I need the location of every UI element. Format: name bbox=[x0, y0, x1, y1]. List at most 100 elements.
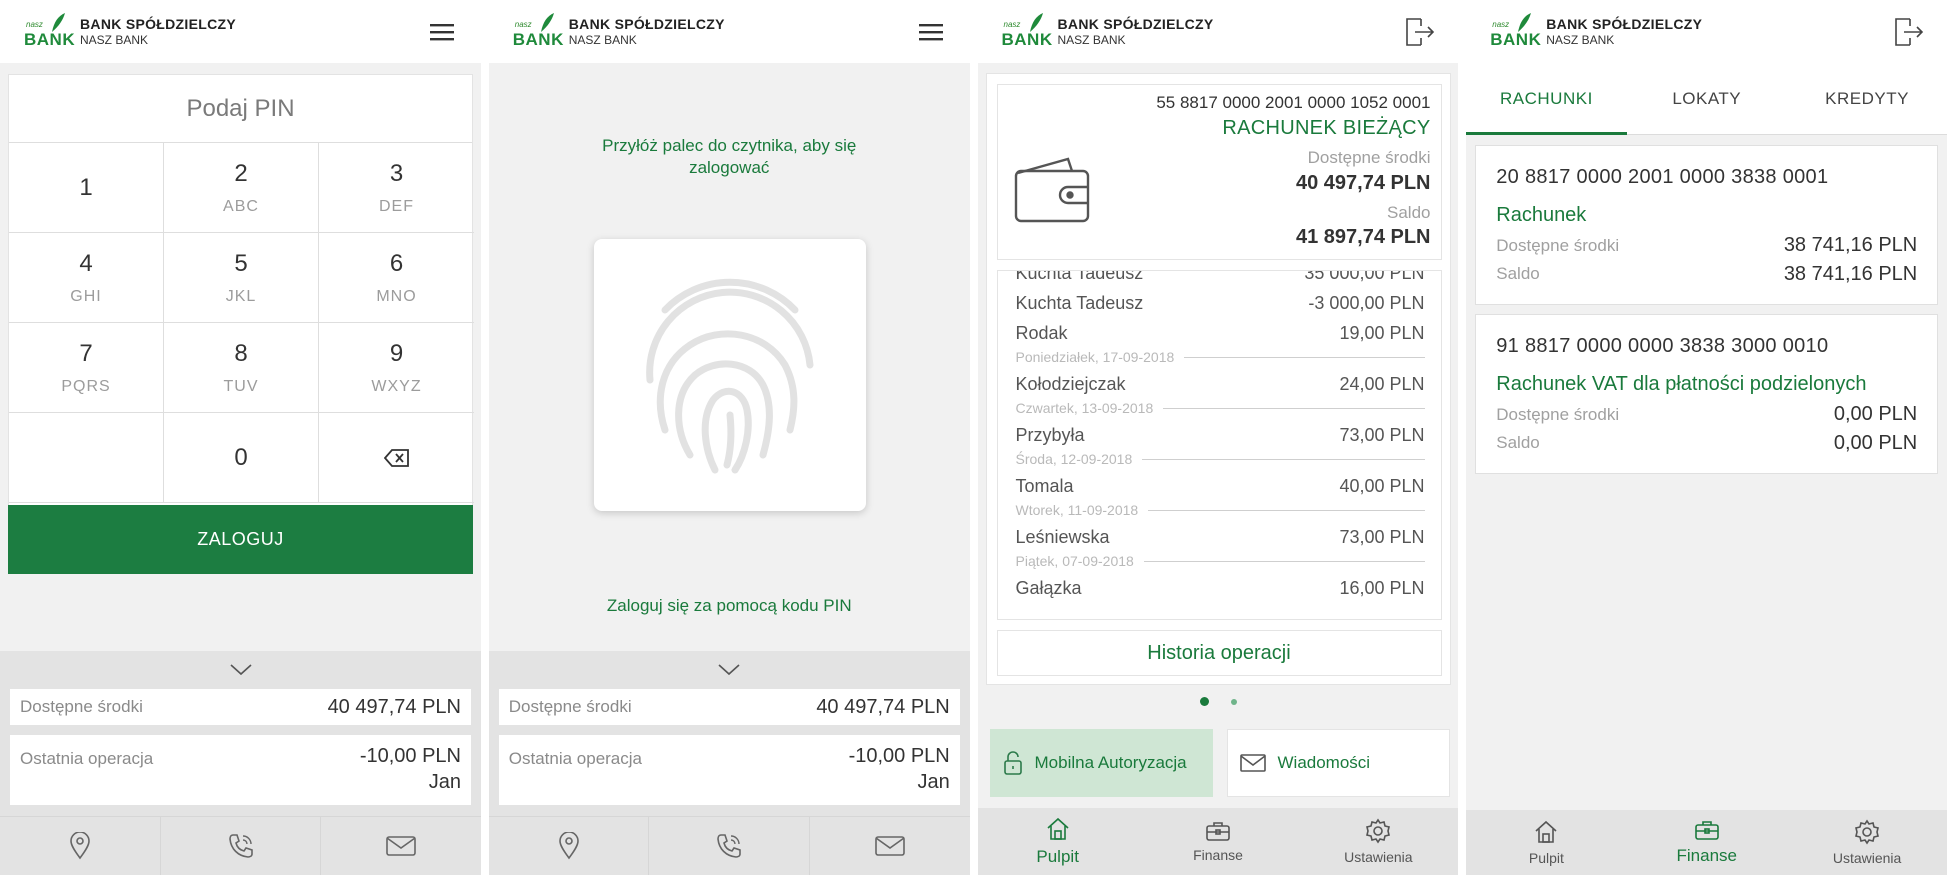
operation-item[interactable]: Gałązka 16,00 PLN bbox=[998, 572, 1441, 602]
fingerprint-hint: Przyłóż palec do czytnika, aby się zalog… bbox=[602, 136, 857, 177]
menu-button[interactable] bbox=[425, 16, 459, 48]
balance-value: 38 741,16 PLN bbox=[1783, 263, 1918, 285]
operation-name: Rodak bbox=[1015, 323, 1068, 343]
branches-button[interactable] bbox=[489, 817, 650, 875]
key-digit: 9 bbox=[389, 339, 404, 367]
operation-date: Środa, 12-09-2018 bbox=[1015, 451, 1143, 467]
logout-icon bbox=[1895, 18, 1924, 46]
key-8[interactable]: 8 TUV bbox=[164, 323, 319, 413]
top-bar: nasz BANK BANK SPÓŁDZIELCZY NASZ BANK bbox=[488, 0, 970, 63]
top-bar: nasz BANK BANK SPÓŁDZIELCZY NASZ BANK bbox=[1466, 0, 1947, 63]
key-0[interactable]: 0 bbox=[164, 413, 319, 503]
date-separator: Środa, 12-09-2018 bbox=[998, 449, 1441, 470]
operation-item[interactable]: Rodak 19,00 PLN bbox=[998, 317, 1441, 347]
collapse-quick-view[interactable] bbox=[0, 651, 481, 689]
balance-label: Saldo bbox=[1496, 264, 1540, 283]
menu-button[interactable] bbox=[914, 16, 948, 48]
quick-view-panel: Dostępne środki 40 497,74 PLN Ostatnia o… bbox=[0, 651, 481, 816]
balance-value: 0,00 PLN bbox=[1833, 432, 1918, 454]
dashboard-screen: nasz BANK BANK SPÓŁDZIELCZY NASZ BANK 55… bbox=[977, 0, 1459, 875]
nav-pulpit[interactable]: Pulpit bbox=[1466, 810, 1626, 875]
last-operation-label: Ostatnia operacja bbox=[508, 749, 642, 768]
tab-rachunki[interactable]: RACHUNKI bbox=[1466, 63, 1627, 135]
message-button[interactable] bbox=[810, 817, 969, 875]
key-6[interactable]: 6 MNO bbox=[319, 233, 474, 323]
available-funds-value: 40 497,74 PLN bbox=[327, 695, 461, 718]
key-7[interactable]: 7 PQRS bbox=[9, 323, 164, 413]
key-4[interactable]: 4 GHI bbox=[9, 233, 164, 323]
nav-ustawienia[interactable]: Ustawienia bbox=[1787, 810, 1947, 875]
key-letters: DEF bbox=[379, 197, 414, 215]
logout-button[interactable] bbox=[1891, 16, 1925, 48]
gear-icon bbox=[1855, 819, 1880, 845]
pin-login-link[interactable]: Zaloguj się za pomocą kodu PIN bbox=[489, 596, 970, 616]
tab-lokaty[interactable]: LOKATY bbox=[1627, 63, 1787, 134]
operation-name: Przybyła bbox=[1015, 425, 1085, 445]
message-button[interactable] bbox=[321, 817, 480, 875]
key-letters: ABC bbox=[223, 197, 259, 215]
nav-ustawienia[interactable]: Ustawienia bbox=[1298, 808, 1458, 875]
hamburger-menu-icon bbox=[918, 24, 943, 41]
operation-date: Piątek, 07-09-2018 bbox=[1015, 553, 1144, 569]
logo-small-text: nasz bbox=[26, 19, 43, 29]
operation-amount: 73,00 PLN bbox=[1339, 425, 1425, 445]
envelope-icon bbox=[875, 836, 905, 856]
operation-item[interactable]: Tomala 40,00 PLN bbox=[998, 470, 1441, 500]
call-button[interactable] bbox=[161, 817, 322, 875]
operation-item[interactable]: Kołodziejczak 24,00 PLN bbox=[998, 368, 1441, 398]
last-operation-row: Ostatnia operacja -10,00 PLN Jan bbox=[10, 735, 471, 805]
key-5[interactable]: 5 JKL bbox=[164, 233, 319, 323]
logo-small-text: nasz bbox=[514, 19, 532, 29]
page-dot-active[interactable] bbox=[1199, 697, 1209, 706]
nav-finanse-label: Finanse bbox=[1676, 846, 1737, 865]
lock-icon bbox=[1003, 751, 1022, 775]
date-separator: Czwartek, 13-09-2018 bbox=[998, 398, 1441, 419]
gear-icon bbox=[1366, 818, 1391, 844]
operation-item[interactable]: Leśniewska 73,00 PLN bbox=[998, 521, 1441, 551]
key-2[interactable]: 2 ABC bbox=[164, 143, 319, 233]
backspace-icon bbox=[383, 448, 409, 467]
finance-accounts-screen: nasz BANK BANK SPÓŁDZIELCZY NASZ BANK RA… bbox=[1466, 0, 1947, 875]
leaf-icon bbox=[52, 12, 65, 32]
chevron-down-icon bbox=[718, 664, 740, 676]
collapse-quick-view[interactable] bbox=[489, 651, 970, 689]
mobile-authorization-tile[interactable]: Mobilna Autoryzacja bbox=[989, 729, 1213, 797]
available-funds-value: 0,00 PLN bbox=[1833, 403, 1918, 425]
nav-ustawienia-label: Ustawienia bbox=[1344, 849, 1413, 865]
account-list-item[interactable]: 91 8817 0000 0000 3838 3000 0010 Rachune… bbox=[1475, 314, 1939, 474]
backspace-key[interactable] bbox=[319, 413, 474, 503]
branches-button[interactable] bbox=[0, 817, 161, 875]
operation-item[interactable]: Przybyła 73,00 PLN bbox=[998, 419, 1441, 449]
operation-item[interactable]: Kuchta Tadeusz -3 000,00 PLN bbox=[998, 287, 1441, 317]
fingerprint-sensor-card[interactable] bbox=[593, 239, 866, 511]
logout-button[interactable] bbox=[1402, 16, 1436, 48]
call-button[interactable] bbox=[649, 817, 811, 875]
nav-pulpit-label: Pulpit bbox=[1036, 847, 1079, 866]
fingerprint-icon bbox=[645, 278, 814, 474]
available-funds-label: Dostępne środki bbox=[508, 697, 632, 716]
nav-pulpit[interactable]: Pulpit bbox=[978, 808, 1138, 875]
key-1[interactable]: 1 bbox=[9, 143, 164, 233]
logo-mark: nasz BANK bbox=[1490, 12, 1541, 52]
messages-tile[interactable]: Wiadomości bbox=[1226, 729, 1450, 797]
bank-subtitle: NASZ BANK bbox=[1546, 33, 1615, 47]
nav-finanse[interactable]: Finanse bbox=[1627, 810, 1787, 875]
login-button[interactable]: ZALOGUJ bbox=[8, 505, 473, 574]
account-summary[interactable]: 55 8817 0000 2001 0000 1052 0001 RACHUNE… bbox=[996, 84, 1442, 260]
key-3[interactable]: 3 DEF bbox=[319, 143, 474, 233]
fingerprint-login-screen: nasz BANK BANK SPÓŁDZIELCZY NASZ BANK Pr… bbox=[488, 0, 970, 875]
pin-login-screen: nasz BANK BANK SPÓŁDZIELCZY NASZ BANK Po… bbox=[0, 0, 481, 875]
nav-finanse[interactable]: Finanse bbox=[1138, 808, 1298, 875]
date-separator: Piątek, 07-09-2018 bbox=[998, 551, 1441, 572]
operations-list[interactable]: Kuchta Tadeusz 35 000,00 PLN Kuchta Tadeu… bbox=[996, 270, 1442, 620]
key-9[interactable]: 9 WXYZ bbox=[319, 323, 474, 413]
operation-date: Wtorek, 11-09-2018 bbox=[1015, 502, 1149, 518]
available-funds-value: 40 497,74 PLN bbox=[1295, 172, 1431, 194]
operation-item[interactable]: Kuchta Tadeusz 35 000,00 PLN bbox=[998, 271, 1441, 287]
location-pin-icon bbox=[70, 832, 90, 860]
account-list-item[interactable]: 20 8817 0000 2001 0000 3838 0001 Rachune… bbox=[1475, 145, 1939, 305]
tab-kredyty[interactable]: KREDYTY bbox=[1787, 63, 1947, 134]
logo-small-text: nasz bbox=[1003, 19, 1021, 29]
history-button[interactable]: Historia operacji bbox=[996, 630, 1442, 676]
page-dot[interactable] bbox=[1230, 698, 1237, 705]
